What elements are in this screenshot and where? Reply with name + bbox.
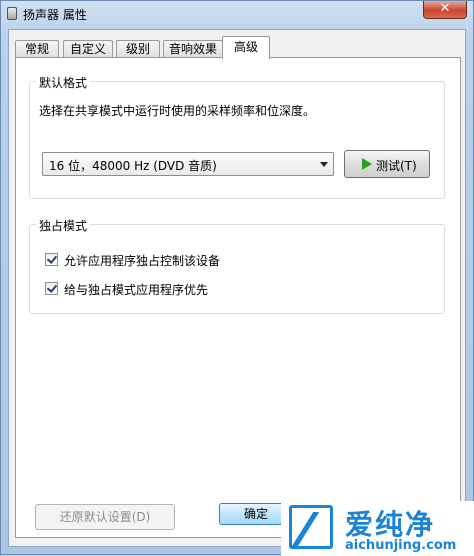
properties-window: 扬声器 属性 ✕ 常规 自定义 级别 音响效果 高级 默认格式 选择在共享模式中… — [0, 0, 474, 556]
format-dropdown[interactable]: 16 位，48000 Hz (DVD 音质) — [42, 152, 334, 176]
watermark-title: 爱纯净 — [345, 508, 436, 541]
window-title: 扬声器 属性 — [23, 8, 87, 22]
default-format-description: 选择在共享模式中运行时使用的采样频率和位深度。 — [39, 104, 316, 118]
default-format-title: 默认格式 — [36, 74, 91, 91]
exclusive-priority-checkbox[interactable] — [45, 282, 58, 295]
advanced-panel: 默认格式 选择在共享模式中运行时使用的采样频率和位深度。 16 位，48000 … — [15, 57, 461, 538]
tab-levels[interactable]: 级别 — [116, 40, 160, 58]
tab-custom[interactable]: 自定义 — [63, 40, 113, 58]
tab-advanced[interactable]: 高级 — [222, 36, 270, 59]
tab-bar: 常规 自定义 级别 音响效果 高级 — [15, 36, 465, 59]
tab-enhancements[interactable]: 音响效果 — [163, 40, 223, 58]
exclusive-mode-group: 独占模式 允许应用程序独占控制该设备 给与独占模式应用程序优先 — [29, 217, 445, 314]
test-button[interactable]: 测试(T) — [344, 150, 430, 178]
default-format-group: 默认格式 选择在共享模式中运行时使用的采样频率和位深度。 16 位，48000 … — [29, 74, 445, 199]
play-icon — [362, 158, 372, 170]
watermark-logo-icon — [289, 505, 333, 549]
restore-defaults-button[interactable]: 还原默认设置(D) — [35, 504, 175, 530]
close-button[interactable]: ✕ — [423, 1, 467, 19]
test-button-label: 测试(T) — [376, 159, 417, 173]
title-bar: 扬声器 属性 ✕ — [1, 1, 473, 27]
chevron-down-icon — [320, 162, 328, 167]
watermark-url: aichunjing.com — [345, 538, 457, 553]
site-watermark: 爱纯净 aichunjing.com — [281, 501, 474, 556]
allow-exclusive-control-checkbox[interactable] — [45, 253, 58, 266]
exclusive-priority-label: 给与独占模式应用程序优先 — [64, 283, 209, 297]
exclusive-mode-title: 独占模式 — [36, 217, 91, 234]
allow-exclusive-control-label: 允许应用程序独占控制该设备 — [64, 254, 221, 268]
tab-general[interactable]: 常规 — [15, 40, 59, 58]
check-icon — [46, 282, 58, 293]
dialog-client: 常规 自定义 级别 音响效果 高级 默认格式 选择在共享模式中运行时使用的采样频… — [8, 29, 466, 547]
speaker-icon — [7, 7, 17, 20]
check-icon — [46, 253, 58, 264]
format-dropdown-value: 16 位，48000 Hz (DVD 音质) — [49, 159, 217, 173]
